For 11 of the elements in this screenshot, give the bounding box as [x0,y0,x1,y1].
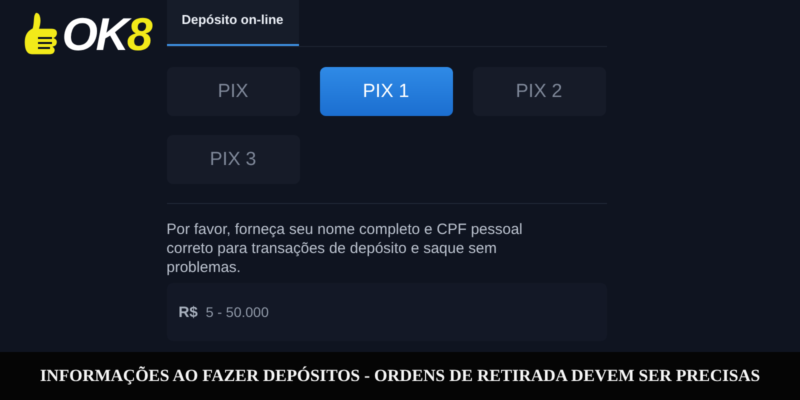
payment-method-button[interactable]: PIX 2 [472,67,606,116]
payment-method-button[interactable]: PIX 3 [166,135,300,184]
notice-text: Por favor, forneça seu nome completo e CPF pessoal correto para transações de depósito e saque sem problemas. [166,220,524,277]
amount-field[interactable]: R$ 5 - 50.000 [166,283,606,341]
payment-method-button[interactable]: PIX [166,67,300,116]
currency-label: R$ [178,304,198,320]
caption-text: INFORMAÇÕES AO FAZER DEPÓSITOS - ORDENS DE RETIRADA DEVEM SER PRECISAS [40,366,760,386]
amount-input[interactable]: 5 - 50.000 [204,303,594,321]
tab[interactable]: Depósito on-line [166,0,298,46]
payment-method-button[interactable]: PIX 1 [320,67,452,116]
logo: OK8 [62,11,151,57]
